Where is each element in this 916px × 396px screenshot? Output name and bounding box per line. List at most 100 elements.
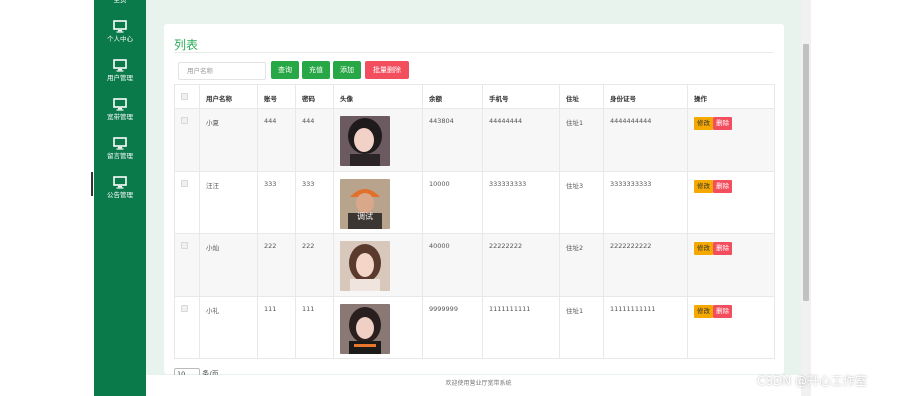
edit-button[interactable]: 修改 (694, 304, 713, 318)
watermark: CSDN @开心工作室 (757, 374, 868, 388)
select-all-checkbox[interactable] (181, 93, 188, 100)
sidebar-item-notice-management[interactable]: 公告管理 (94, 176, 146, 199)
sidebar-item-label: 主页 (113, 0, 127, 4)
row-checkbox[interactable] (181, 117, 188, 124)
table-header-row: 用户名称 账号 密码 头像 余额 手机号 住址 身份证号 操作 (174, 84, 775, 109)
column-header: 身份证号 (603, 84, 688, 109)
row-select-cell[interactable] (174, 295, 200, 359)
sidebar-item-label: 公告管理 (107, 191, 133, 199)
table-row: 小礼 111 111 9999999 1111111111 住址1 111111… (174, 295, 775, 359)
column-header: 住址 (559, 84, 604, 109)
sidebar-item-user-management[interactable]: 用户管理 (94, 59, 146, 82)
column-header: 余额 (422, 84, 483, 109)
table-row: 小灿 222 222 40000 22222222 住址2 2222222222… (174, 233, 775, 297)
user-table: 用户名称 账号 密码 头像 余额 手机号 住址 身份证号 操作 小夏 444 4… (174, 84, 775, 359)
cell-id-number: 3333333333 (603, 170, 688, 234)
cell-balance: 40000 (422, 233, 483, 297)
cell-address: 住址1 (559, 295, 604, 359)
monitor-icon (113, 137, 127, 150)
avatar (340, 116, 390, 166)
delete-button[interactable]: 删除 (713, 242, 733, 255)
scrollbar-thumb[interactable] (803, 44, 809, 301)
cell-avatar (333, 295, 423, 359)
column-header: 密码 (295, 84, 334, 109)
column-header: 手机号 (482, 84, 560, 109)
row-select-cell[interactable] (174, 233, 200, 297)
row-checkbox[interactable] (181, 304, 188, 312)
cell-balance: 443804 (422, 108, 483, 172)
edit-button[interactable]: 修改 (694, 242, 713, 255)
monitor-icon (113, 20, 127, 33)
monitor-icon (113, 98, 127, 111)
add-button[interactable]: 添加 (333, 61, 361, 79)
sidebar-item-label: 留言管理 (107, 152, 133, 160)
cell-address: 住址3 (559, 170, 604, 234)
footer: 欢迎使用营业厅宽带系统 (146, 375, 811, 396)
cell-actions: 修改 删除 (687, 295, 775, 359)
row-select-cell[interactable] (174, 108, 200, 172)
sidebar-item-personal-center[interactable]: 个人中心 (94, 20, 146, 43)
list-card: 列表 用户名称 查询 充值 添加 批量删除 用户名称 账号 密码 头像 余额 手… (164, 24, 784, 380)
vertical-scrollbar[interactable] (801, 0, 811, 396)
window-edge-marker (91, 172, 93, 196)
cell-username: 小灿 (199, 233, 258, 297)
column-header: 账号 (257, 84, 296, 109)
cell-account: 333 (257, 170, 296, 234)
row-select-cell[interactable] (174, 170, 200, 234)
cell-password: 111 (295, 295, 334, 359)
cell-username: 汪汪 (199, 170, 258, 234)
avatar: 调试 (340, 178, 390, 229)
monitor-icon (113, 59, 127, 72)
batch-delete-button[interactable]: 批量删除 (365, 61, 409, 79)
row-checkbox[interactable] (181, 242, 188, 249)
cell-id-number: 4444444444 (603, 108, 688, 172)
sidebar-item-label: 个人中心 (107, 35, 133, 43)
cell-avatar (333, 233, 423, 297)
search-button[interactable]: 查询 (271, 61, 299, 79)
column-header: 用户名称 (199, 84, 258, 109)
cell-account: 222 (257, 233, 296, 297)
sidebar-item-label: 用户管理 (107, 74, 133, 82)
delete-button[interactable]: 删除 (713, 117, 733, 130)
cell-address: 住址2 (559, 233, 604, 297)
cell-avatar: 调试 (333, 170, 423, 234)
column-header: 操作 (687, 84, 775, 109)
recharge-button[interactable]: 充值 (302, 61, 330, 79)
cell-username: 小礼 (199, 295, 258, 359)
cell-balance: 9999999 (422, 295, 483, 359)
avatar-caption: 调试 (357, 211, 373, 221)
sidebar-item-message-management[interactable]: 留言管理 (94, 137, 146, 160)
sidebar-item-broadband-management[interactable]: 宽带管理 (94, 98, 146, 121)
sidebar: 主页 个人中心 用户管理 宽带管理 留言管理 公告管理 (94, 0, 146, 396)
column-header: 头像 (333, 84, 423, 109)
cell-id-number: 11111111111 (603, 295, 688, 359)
cell-id-number: 2222222222 (603, 233, 688, 297)
avatar (340, 241, 390, 291)
delete-button[interactable]: 删除 (713, 179, 733, 193)
row-checkbox[interactable] (181, 179, 188, 187)
cell-account: 111 (257, 295, 296, 359)
delete-button[interactable]: 删除 (713, 304, 733, 318)
cell-actions: 修改 删除 (687, 233, 775, 297)
cell-avatar (333, 108, 423, 172)
cell-actions: 修改 删除 (687, 170, 775, 234)
title-divider (174, 52, 774, 53)
cell-actions: 修改 删除 (687, 108, 775, 172)
cell-phone: 22222222 (482, 233, 560, 297)
cell-account: 444 (257, 108, 296, 172)
sidebar-item-home[interactable]: 主页 (94, 0, 146, 4)
cell-balance: 10000 (422, 170, 483, 234)
sidebar-item-label: 宽带管理 (107, 113, 133, 121)
username-search-input[interactable]: 用户名称 (178, 62, 266, 80)
cell-phone: 1111111111 (482, 295, 560, 359)
edit-button[interactable]: 修改 (694, 179, 713, 193)
page-title: 列表 (174, 38, 199, 52)
cell-phone: 333333333 (482, 170, 560, 234)
edit-button[interactable]: 修改 (694, 117, 713, 130)
main-content: 列表 用户名称 查询 充值 添加 批量删除 用户名称 账号 密码 头像 余额 手… (146, 0, 811, 396)
select-all-cell[interactable] (174, 84, 200, 109)
cell-address: 住址1 (559, 108, 604, 172)
cell-username: 小夏 (199, 108, 258, 172)
cell-password: 333 (295, 170, 334, 234)
monitor-icon (113, 176, 127, 189)
